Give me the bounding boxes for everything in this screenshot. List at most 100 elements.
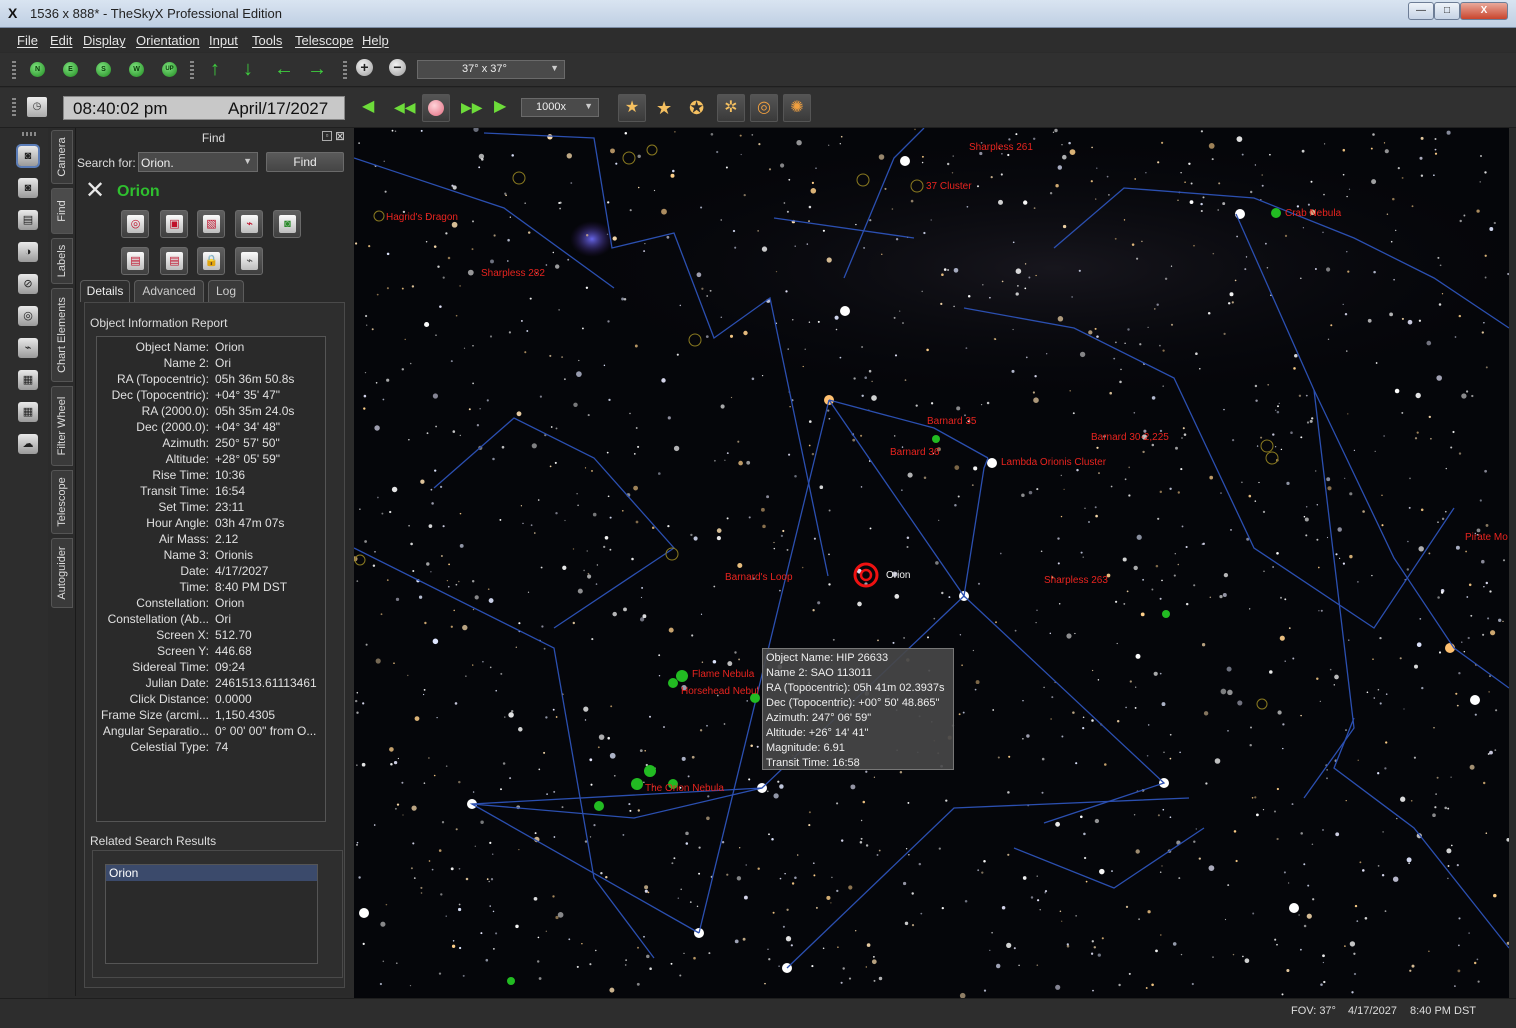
tab-filter-wheel[interactable]: Filter Wheel	[51, 386, 73, 466]
selected-object-label[interactable]: Orion	[886, 570, 910, 581]
list-item[interactable]: Orion	[106, 865, 317, 881]
menu-display[interactable]: Display	[83, 33, 126, 48]
menu-orientation[interactable]: Orientation	[136, 33, 200, 48]
tab-labels[interactable]: Labels	[51, 238, 73, 284]
telescope-icon[interactable]: ⌁	[18, 338, 38, 358]
menu-file[interactable]: File	[17, 33, 38, 48]
zoom-out-icon[interactable]: −	[389, 59, 406, 76]
cluster-marker[interactable]	[622, 151, 636, 165]
menu-tools[interactable]: Tools	[252, 33, 282, 48]
nebula-marker[interactable]	[676, 670, 688, 682]
lock-object-button[interactable]: 🔒	[197, 247, 225, 275]
cluster-marker[interactable]	[512, 171, 526, 185]
cluster-marker[interactable]	[1265, 451, 1279, 465]
sky-label[interactable]: Crab Nebula	[1285, 208, 1341, 219]
sky-label[interactable]: The Orion Nebula	[645, 783, 724, 794]
toolbar-grip[interactable]	[12, 98, 16, 118]
move-down-arrow-icon[interactable]: ↓	[243, 59, 253, 79]
sky-chart-canvas[interactable]	[354, 128, 1509, 998]
nebula-marker[interactable]	[507, 977, 515, 985]
image-strip-icon[interactable]: ▦	[18, 370, 38, 390]
south-button[interactable]: S	[96, 62, 111, 77]
weather-icon[interactable]: ☁	[18, 434, 38, 454]
rewind-icon[interactable]: ◀◀	[394, 97, 416, 117]
sky-label[interactable]: Sharpless 263	[1044, 575, 1108, 586]
bright-star[interactable]	[900, 156, 910, 166]
east-button[interactable]: E	[63, 62, 78, 77]
nebula-marker[interactable]	[1271, 208, 1281, 218]
sky-label[interactable]: Barnard's Loop	[725, 572, 793, 583]
sky-label[interactable]: Barnard 36	[890, 447, 939, 458]
menu-edit[interactable]: Edit	[50, 33, 72, 48]
close-panel-icon[interactable]: ⊠	[335, 130, 345, 142]
sky-label[interactable]: Lambda Orionis Cluster	[1001, 457, 1106, 468]
toolbar-grip[interactable]	[12, 61, 16, 79]
object-info-report[interactable]: Object Name: Orion Name 2: Ori RA (Topocentr…	[96, 336, 326, 822]
minimize-button[interactable]: —	[1408, 2, 1434, 20]
sky-label[interactable]: Sharpless 261	[969, 142, 1033, 153]
tab-telescope[interactable]: Telescope	[51, 470, 73, 534]
move-left-arrow-icon[interactable]: ←	[274, 59, 294, 79]
telescope-sync-button[interactable]: ⌁	[235, 247, 263, 275]
undock-icon[interactable]: ▫	[322, 131, 332, 141]
play-icon[interactable]: ▶	[494, 97, 506, 117]
nebula-marker[interactable]	[668, 678, 678, 688]
image-object-button[interactable]: ▧	[197, 210, 225, 238]
add-observing-list-button[interactable]: ▤	[121, 247, 149, 275]
cluster-marker[interactable]	[373, 210, 385, 222]
menu-help[interactable]: Help	[362, 33, 389, 48]
slew-telescope-button[interactable]: ⌁	[235, 210, 263, 238]
cluster-marker[interactable]	[1256, 698, 1268, 710]
move-right-arrow-icon[interactable]: →	[307, 59, 327, 79]
sky-label[interactable]: Hagrid's Dragon	[386, 212, 458, 223]
stop-button[interactable]	[422, 94, 450, 122]
camera-2-icon[interactable]: ◙	[18, 178, 38, 198]
menu-input[interactable]: Input	[209, 33, 238, 48]
sky-label[interactable]: Barnard 35	[927, 416, 976, 427]
tab-chart-elements[interactable]: Chart Elements	[51, 288, 73, 382]
cluster-marker[interactable]	[1260, 439, 1274, 453]
bright-star[interactable]	[840, 306, 850, 316]
star-filter-3-icon[interactable]: ✪	[689, 98, 704, 118]
search-input[interactable]: Orion. ▼	[138, 152, 258, 172]
star-filter-2-icon[interactable]: ★	[656, 98, 672, 118]
nebula-marker[interactable]	[631, 778, 643, 790]
star-cluster-button[interactable]: ✲	[717, 94, 745, 122]
tab-autoguider[interactable]: Autoguider	[51, 538, 73, 608]
fast-forward-icon[interactable]: ▶▶	[461, 97, 483, 117]
bright-star[interactable]	[1470, 695, 1480, 705]
toolbar-grip[interactable]	[190, 61, 194, 79]
sky-label[interactable]: Barnard 30-2,225	[1091, 432, 1169, 443]
frame-object-button[interactable]: ▣	[160, 210, 188, 238]
step-back-icon[interactable]: ◀	[362, 97, 374, 117]
nebula-marker[interactable]	[644, 765, 656, 777]
star-filter-1-button[interactable]: ★	[618, 94, 646, 122]
close-button[interactable]: X	[1460, 2, 1508, 20]
fov-select[interactable]: 37° x 37° ▼	[417, 60, 565, 79]
up-button[interactable]: UP	[162, 62, 177, 77]
galaxy-button[interactable]: ◎	[750, 94, 778, 122]
tab-advanced[interactable]: Advanced	[134, 280, 204, 302]
toolbar-grip[interactable]	[343, 61, 347, 79]
tab-camera[interactable]: Camera	[51, 130, 73, 184]
move-up-arrow-icon[interactable]: ↑	[210, 59, 220, 79]
sky-label[interactable]: 37 Cluster	[926, 181, 972, 192]
sky-label[interactable]: Horsehead Nebul	[681, 686, 759, 697]
clock-icon[interactable]: ◷	[27, 97, 47, 117]
tab-find[interactable]: Find	[51, 188, 73, 234]
sky-chart[interactable]: Sharpless 261 Hagrid's Dragon Sharpless …	[354, 128, 1509, 998]
tab-details[interactable]: Details	[80, 280, 130, 302]
bright-star[interactable]	[1289, 903, 1299, 913]
sky-label[interactable]: Flame Nebula	[692, 669, 754, 680]
document-icon[interactable]: ▤	[18, 210, 38, 230]
find-button[interactable]: Find	[266, 152, 344, 172]
maximize-button[interactable]: □	[1434, 2, 1460, 20]
sky-label[interactable]: Sharpless 282	[481, 268, 545, 279]
time-step-select[interactable]: 1000x ▼	[521, 98, 599, 117]
bright-star[interactable]	[359, 908, 369, 918]
tab-log[interactable]: Log	[208, 280, 244, 302]
cluster-marker[interactable]	[646, 144, 658, 156]
camera-icon[interactable]: ◙	[18, 146, 38, 166]
target-icon[interactable]: ◎	[18, 306, 38, 326]
compass-icon[interactable]: ⊘	[18, 274, 38, 294]
